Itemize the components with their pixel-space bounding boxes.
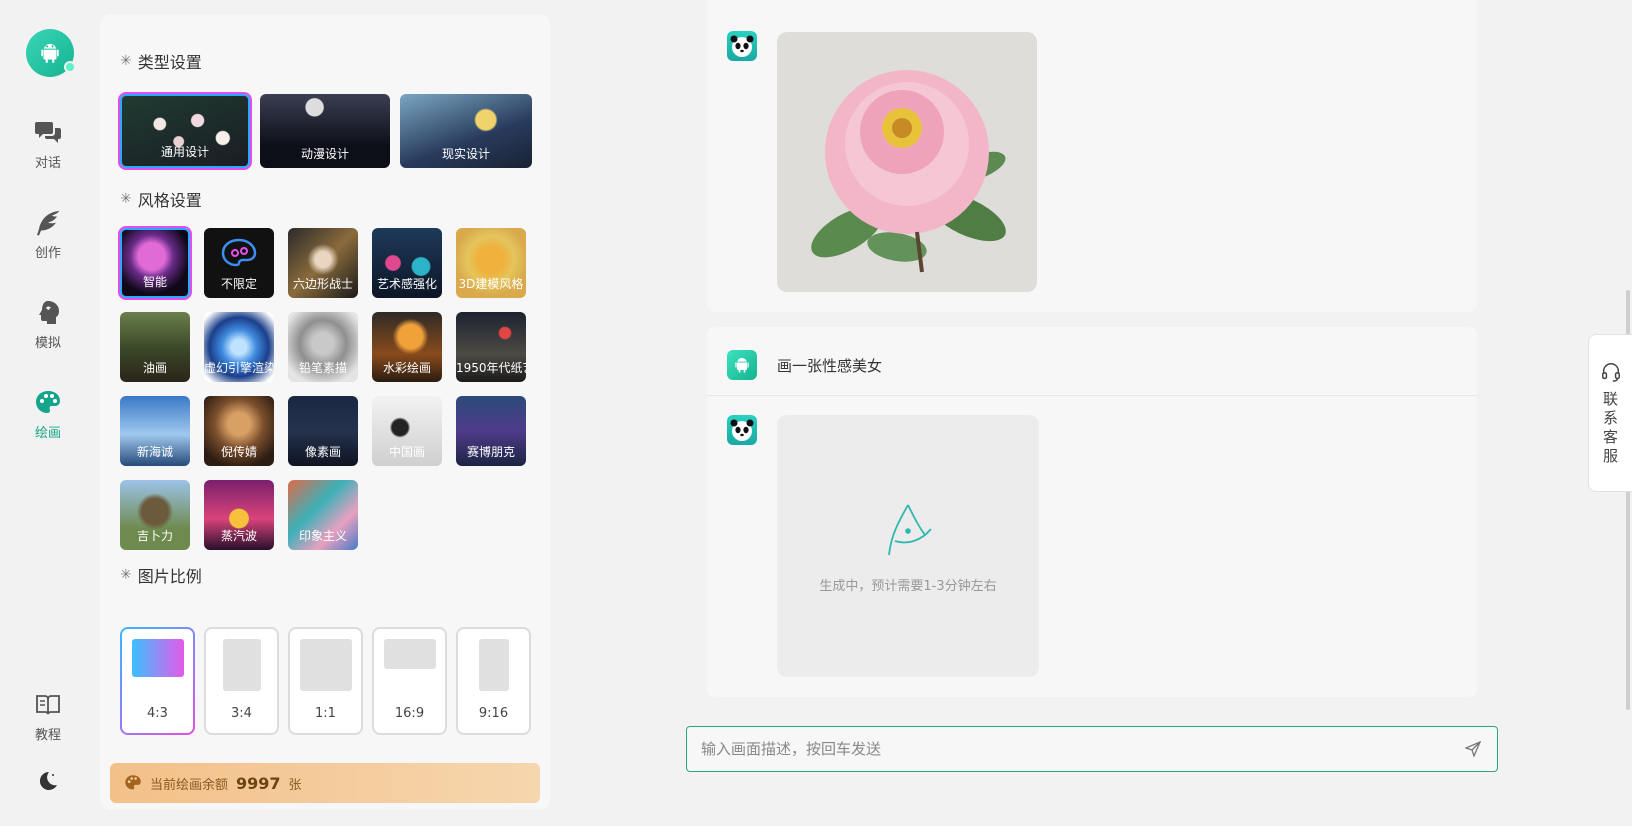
- nav-item-create[interactable]: 创作: [0, 208, 96, 261]
- section-title-ratio: ✳ 图片比例: [120, 567, 202, 586]
- settings-panel: ✳ 类型设置 通用设计 动漫设计 现实设计 ✳ 风格设置 智能 不限定 六边形战…: [100, 14, 550, 810]
- prompt-input[interactable]: [687, 727, 1447, 771]
- user-avatar: [727, 350, 757, 380]
- headset-icon: [1601, 363, 1620, 382]
- nav-item-draw[interactable]: 绘画: [0, 388, 96, 441]
- ratio-preview: [222, 639, 261, 691]
- ratio-card-4-3[interactable]: 4:3: [120, 627, 195, 735]
- style-card-impressionism[interactable]: 印象主义: [288, 480, 358, 550]
- style-card-unreal-engine[interactable]: 虚幻引擎渲染: [204, 312, 274, 382]
- nav-item-simulate[interactable]: 模拟: [0, 298, 96, 351]
- ratio-card-3-4[interactable]: 3:4: [204, 627, 279, 735]
- section-title-style: ✳ 风格设置: [120, 191, 202, 210]
- type-card-general[interactable]: 通用设计: [118, 92, 252, 170]
- style-card-pixel-art[interactable]: 像素画: [288, 396, 358, 466]
- style-card-ghibli[interactable]: 吉卜力: [120, 480, 190, 550]
- ratio-card-16-9[interactable]: 16:9: [372, 627, 447, 735]
- android-icon: [41, 43, 59, 63]
- panda-icon: [730, 419, 754, 441]
- style-card-smart[interactable]: 智能: [118, 226, 192, 300]
- style-card-ni-chuanjing[interactable]: 倪传婧: [204, 396, 274, 466]
- panda-icon: [730, 35, 754, 57]
- divider: [707, 395, 1477, 396]
- book-icon: [33, 690, 63, 720]
- ratio-preview: [299, 639, 352, 691]
- nav-label: 创作: [34, 246, 61, 261]
- contact-service-tab[interactable]: 联系客服: [1588, 334, 1632, 492]
- assistant-avatar: [727, 415, 757, 445]
- style-card-makoto-shinkai[interactable]: 新海诚: [120, 396, 190, 466]
- asterisk-icon: ✳: [120, 567, 132, 583]
- theme-toggle[interactable]: [0, 766, 96, 800]
- prompt-input-box: [686, 726, 1498, 772]
- generating-status-text: 生成中，预计需要1-3分钟左右: [819, 579, 997, 594]
- assistant-avatar: [727, 31, 757, 61]
- style-card-chinese-painting[interactable]: 中国画: [372, 396, 442, 466]
- loading-spinner-icon: [888, 504, 932, 556]
- ratio-preview: [131, 639, 184, 677]
- chat-message-pending: 画一张性感美女 生成中，预计需要1-3分钟左右: [707, 327, 1477, 697]
- type-card-anime[interactable]: 动漫设计: [260, 94, 390, 168]
- user-prompt-text: 画一张性感美女: [777, 357, 883, 375]
- palette-icon: [125, 775, 141, 790]
- chat-bubbles-icon: [33, 118, 63, 148]
- balance-count: 9997: [236, 773, 281, 793]
- ratio-preview: [383, 639, 436, 669]
- balance-unit: 张: [288, 777, 302, 793]
- asterisk-icon: ✳: [120, 191, 132, 207]
- feather-icon: [33, 208, 63, 238]
- chat-message-result: [707, 0, 1477, 312]
- section-title-type: ✳ 类型设置: [120, 53, 202, 72]
- left-rail: 对话 创作 模拟 绘画 教程: [0, 0, 96, 826]
- moon-icon: [33, 766, 63, 796]
- palette-icon: [33, 388, 63, 418]
- android-icon: [735, 357, 749, 373]
- ratio-card-1-1[interactable]: 1:1: [288, 627, 363, 735]
- online-dot: [64, 61, 76, 73]
- nav-label: 教程: [34, 728, 61, 743]
- type-card-realistic[interactable]: 现实设计: [400, 94, 532, 168]
- contact-service-label: 联系客服: [1601, 391, 1619, 467]
- app-logo[interactable]: [26, 29, 76, 77]
- style-card-unlimited[interactable]: 不限定: [204, 228, 274, 298]
- head-profile-icon: [33, 298, 63, 328]
- nav-item-chat[interactable]: 对话: [0, 118, 96, 171]
- nav-item-tutorial[interactable]: 教程: [0, 690, 96, 743]
- ratio-preview: [478, 639, 509, 691]
- asterisk-icon: ✳: [120, 53, 132, 69]
- ratio-card-9-16[interactable]: 9:16: [456, 627, 531, 735]
- peony-flower-image: [811, 70, 1006, 273]
- style-card-watercolor[interactable]: 水彩绘画: [372, 312, 442, 382]
- nav-label: 绘画: [34, 426, 61, 441]
- style-card-oil-painting[interactable]: 油画: [120, 312, 190, 382]
- style-card-art-enhance[interactable]: 艺术感强化: [372, 228, 442, 298]
- style-card-pencil-sketch[interactable]: 铅笔素描: [288, 312, 358, 382]
- drawing-balance-bar: 当前绘画余额 9997 张: [110, 763, 540, 803]
- style-card-vaporwave[interactable]: 蒸汽波: [204, 480, 274, 550]
- image-placeholder: 生成中，预计需要1-3分钟左右: [777, 415, 1039, 677]
- send-icon[interactable]: [1464, 740, 1482, 761]
- balance-prefix: 当前绘画余额: [150, 777, 229, 793]
- generated-image-peony[interactable]: [777, 32, 1037, 292]
- style-card-hexagon-warrior[interactable]: 六边形战士: [288, 228, 358, 298]
- style-card-1950s-paper[interactable]: 1950年代纸艺: [456, 312, 526, 382]
- nav-label: 对话: [34, 156, 61, 171]
- style-card-3d-model[interactable]: 3D建模风格: [456, 228, 526, 298]
- style-card-cyberpunk[interactable]: 赛博朋克: [456, 396, 526, 466]
- nav-label: 模拟: [34, 336, 61, 351]
